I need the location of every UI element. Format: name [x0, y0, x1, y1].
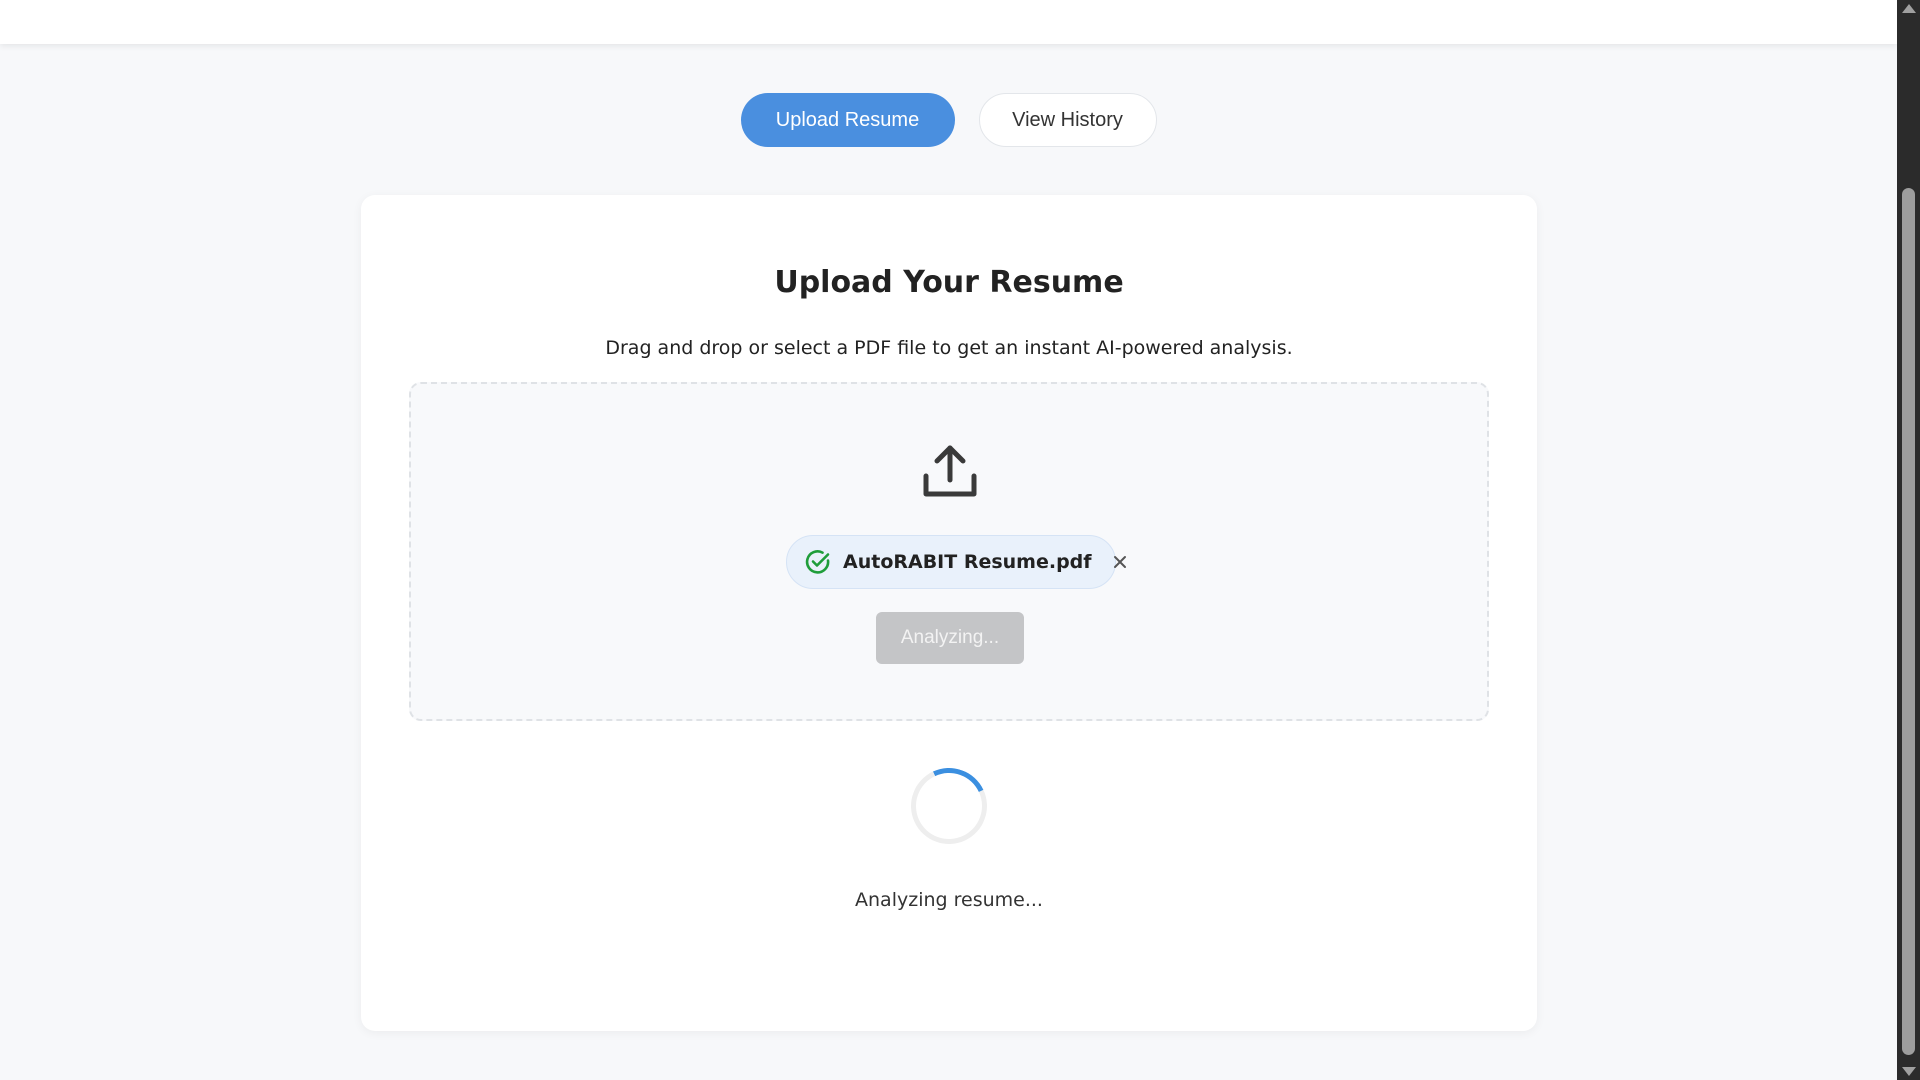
- status-text: Analyzing resume...: [855, 889, 1043, 911]
- close-icon[interactable]: [1112, 554, 1128, 570]
- loading-spinner-icon: [900, 757, 998, 855]
- card-title: Upload Your Resume: [774, 265, 1124, 300]
- tab-bar: Upload Resume View History: [0, 93, 1897, 147]
- tab-view-history[interactable]: View History: [978, 93, 1157, 147]
- top-bar: [0, 0, 1897, 44]
- check-circle-icon: [805, 550, 830, 574]
- upload-icon: [923, 445, 977, 497]
- analyze-button[interactable]: Analyzing...: [876, 612, 1024, 664]
- file-name: AutoRABIT Resume.pdf: [843, 551, 1092, 573]
- tab-upload-resume[interactable]: Upload Resume: [740, 93, 955, 147]
- selected-file-chip: AutoRABIT Resume.pdf: [786, 535, 1126, 589]
- scroll-thumb[interactable]: [1902, 188, 1915, 1055]
- file-dropzone[interactable]: AutoRABIT Resume.pdf Analyzing...: [409, 382, 1489, 721]
- upload-card: Upload Your Resume Drag and drop or sele…: [361, 195, 1537, 1031]
- card-subtitle: Drag and drop or select a PDF file to ge…: [605, 337, 1293, 359]
- scroll-up-arrow-icon[interactable]: [1902, 4, 1916, 13]
- scrollbar[interactable]: [1897, 0, 1920, 1080]
- scroll-down-arrow-icon[interactable]: [1902, 1067, 1916, 1076]
